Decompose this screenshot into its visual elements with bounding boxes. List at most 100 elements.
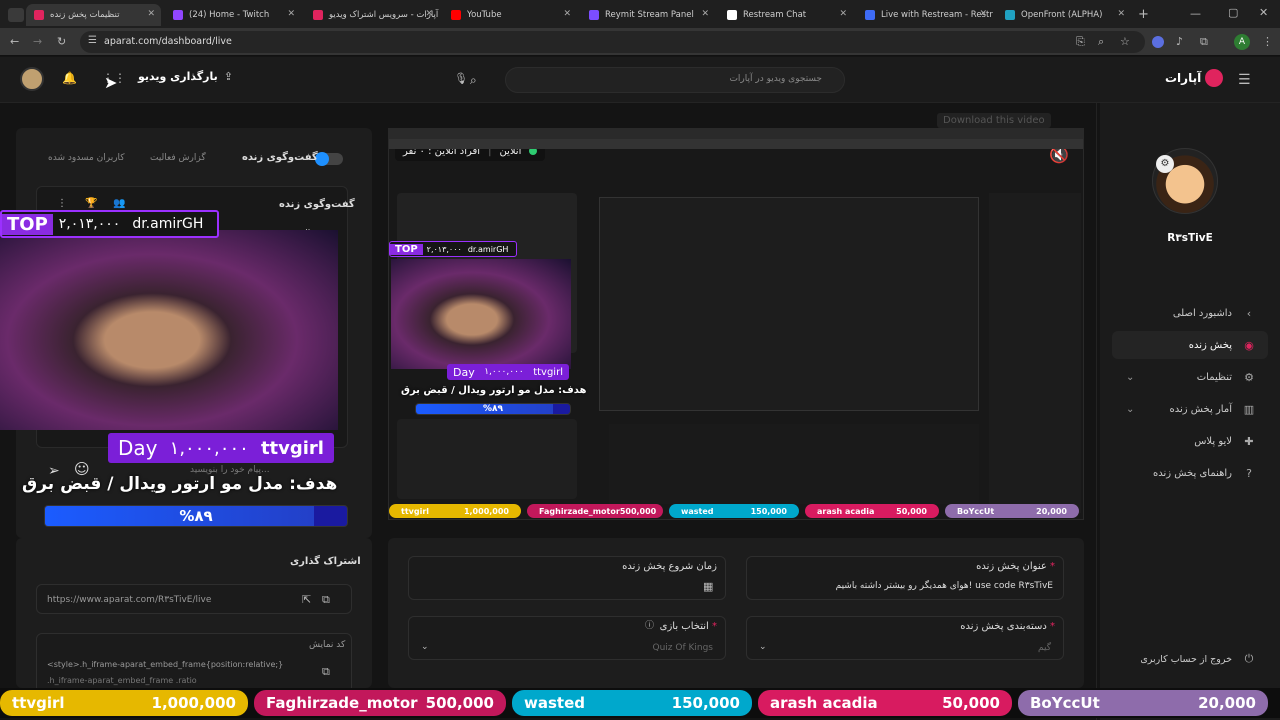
search-box[interactable]: ⌕ جستجوی ویدیو در آپارات [470, 67, 845, 93]
goal-progress-bar: %۸۹ [44, 505, 348, 527]
mouse-cursor-icon: ➤ [104, 73, 118, 92]
open-link-icon[interactable]: ⇱ [302, 594, 311, 605]
aparat-logo[interactable]: آپارات [1165, 69, 1224, 87]
share-link-field[interactable]: https://www.aparat.com/R۳sTivE/live ⇱ ⧉ [36, 584, 352, 614]
day-name: ttvgirl [260, 437, 324, 459]
donor-name: arash acadia [770, 694, 878, 712]
chat-users-icon[interactable]: 👥 [113, 199, 125, 209]
maximize-icon[interactable]: ▢ [1228, 7, 1238, 18]
chat-menu-icon[interactable]: ⋮ [57, 199, 67, 209]
browser-tab[interactable]: تنظیمات پخش زنده ✕ [26, 4, 161, 26]
expand-chevron-icon[interactable]: ⌄ [1126, 372, 1134, 383]
tab-close-icon[interactable]: ✕ [839, 9, 847, 19]
profile-avatar[interactable]: A [1234, 34, 1250, 50]
tab-close-icon[interactable]: ✕ [287, 9, 295, 19]
trophy-icon[interactable]: 🏆 [85, 199, 97, 209]
preview-day-label: Day [453, 365, 475, 379]
embed-code-field[interactable]: کد نمایش <style>.h_iframe-aparat_embed_f… [36, 633, 352, 693]
game-input[interactable]: Quiz Of Kings [653, 643, 714, 653]
browser-tab[interactable]: Reymit Stream Panel ✕ [581, 4, 715, 26]
sidebar-item[interactable]: تنظیمات ⚙ ⌄ [1112, 363, 1268, 391]
sidebar-item[interactable]: داشبورد اصلی ‹ [1112, 299, 1268, 327]
tab-title: تنظیمات پخش زنده [50, 10, 120, 20]
search-input[interactable]: جستجوی ویدیو در آپارات [729, 74, 822, 84]
donor-name: BoYccUt [957, 506, 995, 516]
expand-chevron-icon[interactable]: ⌄ [1126, 404, 1134, 415]
game-chevron-icon[interactable]: ⌄ [421, 643, 429, 652]
zoom-icon[interactable]: ⌕ [1098, 36, 1104, 47]
site-info-icon[interactable]: ☰ [88, 36, 97, 46]
sidebar-item[interactable]: آمار پخش زنده ▥ ⌄ [1112, 395, 1268, 423]
tab-search-icon[interactable] [8, 8, 24, 22]
tab-close-icon[interactable]: ✕ [1117, 9, 1125, 19]
preview-goal: هدف: مدل مو ارتور ویدال / قبض برق [401, 385, 587, 396]
copy-link-icon[interactable]: ⧉ [322, 594, 330, 605]
site-header: ☰ آپارات ⌕ جستجوی ویدیو در آپارات 🎙 بارگ… [0, 57, 1280, 103]
browser-tab[interactable]: Live with Restream - Restream✕ [857, 4, 993, 26]
sidebar-item[interactable]: لایو پلاس ✚ [1112, 427, 1268, 455]
browser-tab[interactable]: آپارات - سرویس اشتراک ویدیو ✕ [305, 4, 439, 26]
browser-tab[interactable]: (24) Home - Twitch ✕ [165, 4, 301, 26]
start-time-field[interactable]: زمان شروع پخش زنده ▦ [408, 556, 726, 600]
camera-edit-icon[interactable]: ⚙ [1156, 155, 1174, 173]
omnibox[interactable]: ☰ aparat.com/dashboard/live ⎘ ⌕ ☆ [80, 31, 1145, 53]
notification-bell-icon[interactable]: 🔔 [62, 72, 77, 84]
activity-report-link[interactable]: گزارش فعالیت [150, 153, 206, 163]
close-window-icon[interactable]: ✕ [1259, 7, 1268, 18]
preview-donation-ticker: ttvgirl 1,000,000 Faghirzade_motor 500,000 w… [389, 503, 1083, 519]
category-input[interactable]: گیم [1038, 643, 1051, 653]
chat-title: گفت‌وگوی زنده [242, 152, 318, 163]
minimize-icon[interactable]: — [1190, 8, 1201, 19]
extension-icon[interactable] [1152, 36, 1164, 48]
donation-amount: 20,000 [1198, 694, 1256, 712]
bookmark-star-icon[interactable]: ☆ [1120, 36, 1130, 47]
tab-close-icon[interactable]: ✕ [563, 9, 571, 19]
media-icon[interactable]: ♪ [1176, 36, 1183, 47]
game-field[interactable]: انتخاب بازی * ⓘ Quiz Of Kings ⌄ [408, 616, 726, 660]
tab-close-icon[interactable]: ✕ [147, 9, 155, 19]
tab-close-icon[interactable]: ✕ [979, 9, 987, 19]
tab-close-icon[interactable]: ✕ [425, 9, 433, 19]
forward-icon[interactable]: → [33, 36, 42, 47]
back-icon[interactable]: ← [10, 36, 19, 47]
game-help-icon[interactable]: ⓘ [645, 622, 654, 631]
stream-title-field[interactable]: عنوان پخش زنده * هوای همدیگر رو بیشتر دا… [746, 556, 1064, 600]
upload-label: بارگذاری ویدیو [138, 70, 218, 83]
stream-title-value: هوای همدیگر رو بیشتر داشته باشیم! use co… [835, 581, 1053, 591]
donation-item: Faghirzade_motor 500,000 [254, 690, 506, 716]
address-toolbar: ← → ↻ ☰ aparat.com/dashboard/live ⎘ ⌕ ☆ … [0, 28, 1280, 56]
reload-icon[interactable]: ↻ [57, 36, 66, 47]
upload-video-button[interactable]: بارگذاری ویدیو ⇪ [138, 70, 233, 83]
tab-close-icon[interactable]: ✕ [701, 9, 709, 19]
browser-tab[interactable]: OpenFront (ALPHA) ✕ [997, 4, 1131, 26]
stream-preview: افراد آنلاین : ۰ نفر | آنلاین Download t… [388, 113, 1084, 520]
search-icon[interactable]: ⌕ [470, 74, 500, 104]
share-link: https://www.aparat.com/R۳sTivE/live [47, 595, 212, 605]
donation-amount: 500,000 [425, 694, 494, 712]
download-video-button[interactable]: Download this video [937, 113, 1051, 128]
preview-top-name: dr.amirGH [467, 244, 509, 254]
hamburger-icon[interactable]: ☰ [1238, 73, 1251, 87]
browser-tab[interactable]: Restream Chat ✕ [719, 4, 853, 26]
day-amount: ۱,۰۰۰,۰۰۰ [169, 437, 249, 459]
browser-tab[interactable]: YouTube ✕ [443, 4, 577, 26]
chat-toggle[interactable] [315, 152, 343, 166]
sidebar-item[interactable]: پخش زنده ◉ [1112, 331, 1268, 359]
tab-title: آپارات - سرویس اشتراک ویدیو [329, 10, 439, 20]
puzzle-icon[interactable]: ⧉ [1200, 36, 1208, 47]
blocked-users-link[interactable]: کاربران مسدود شده [48, 153, 125, 163]
sidebar-item[interactable]: راهنمای پخش زنده? [1112, 459, 1268, 487]
copy-embed-icon[interactable]: ⧉ [322, 666, 330, 677]
install-icon[interactable]: ⎘ [1076, 36, 1085, 47]
donation-amount: 20,000 [1036, 506, 1067, 516]
category-chevron-icon[interactable]: ⌄ [759, 643, 767, 652]
microphone-icon[interactable]: 🎙 [454, 73, 468, 84]
new-tab-icon[interactable]: + [1138, 8, 1149, 21]
calendar-icon[interactable]: ▦ [703, 581, 713, 592]
category-field[interactable]: دسته‌بندی پخش زنده * گیم ⌄ [746, 616, 1064, 660]
browser-menu-icon[interactable]: ⋮ [1262, 36, 1273, 47]
donor-name: wasted [524, 694, 585, 712]
user-avatar[interactable] [20, 67, 44, 91]
gear-icon: ⚙ [1244, 370, 1254, 384]
logout-button[interactable]: خروج از حساب کاربری ⏻ [1112, 645, 1268, 673]
